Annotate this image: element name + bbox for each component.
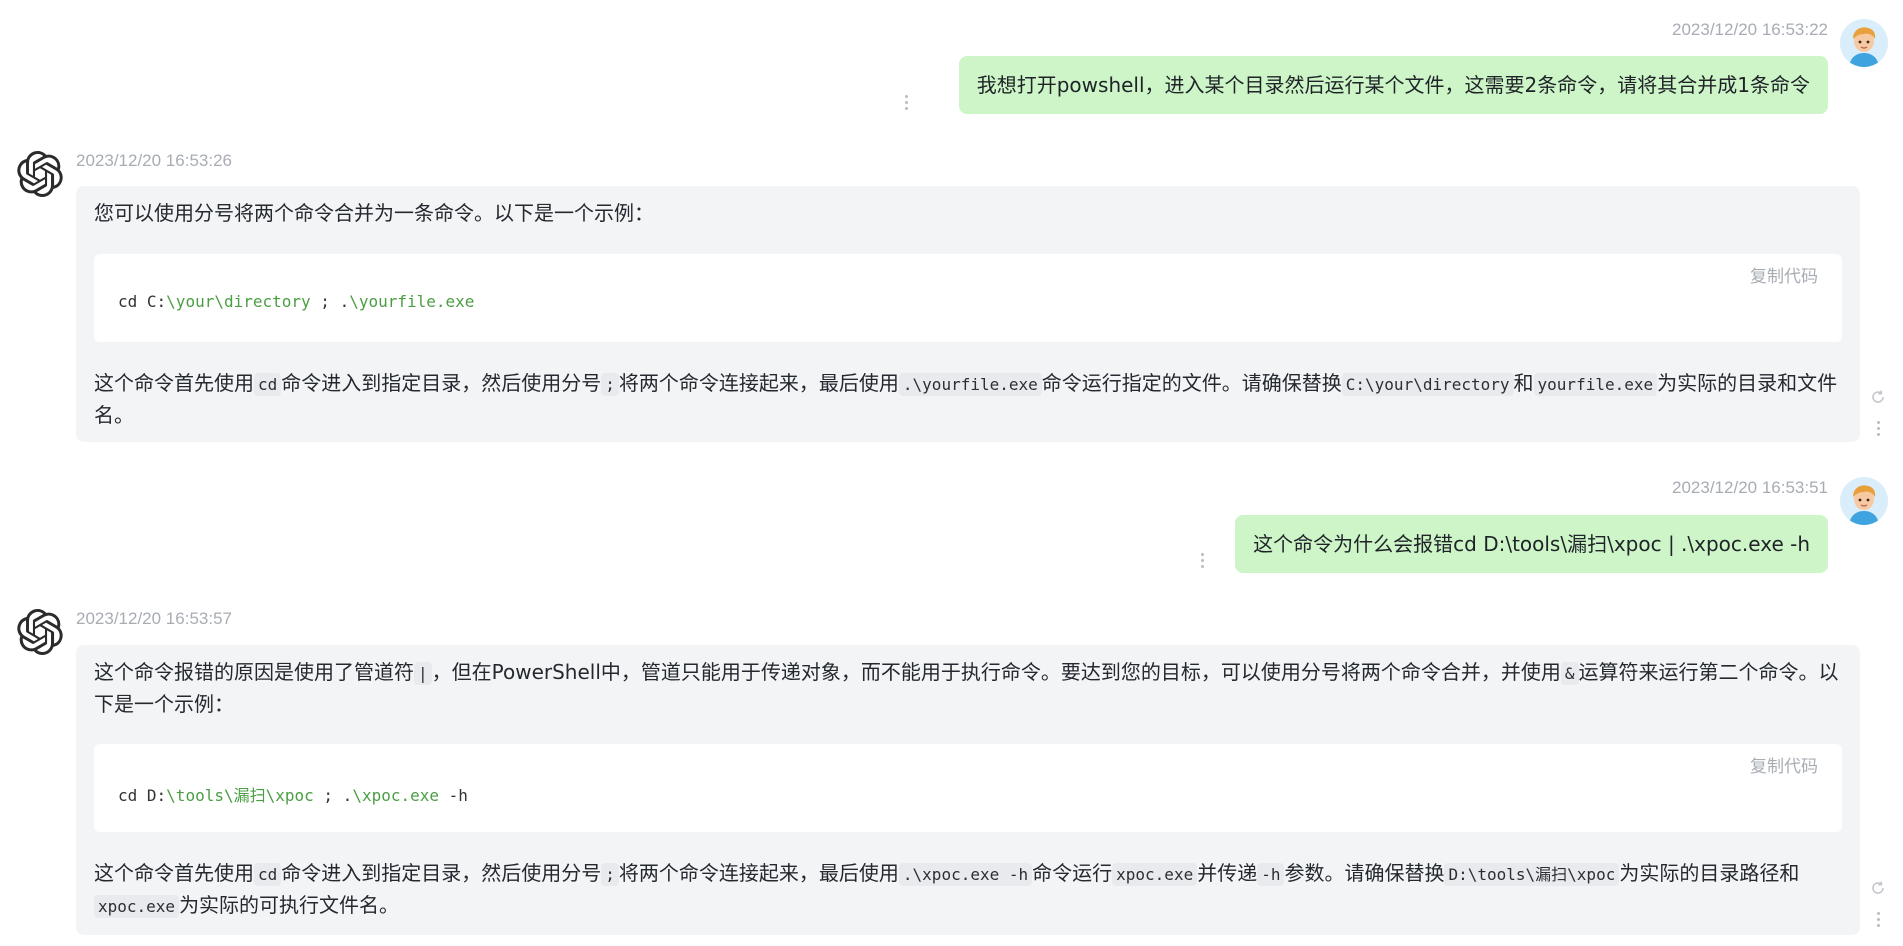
- code-block: 复制代码 cd D:\tools\漏扫\xpoc ; .\xpoc.exe -h: [94, 744, 1842, 832]
- refresh-icon[interactable]: [1870, 880, 1886, 896]
- inline-code: D:\tools\漏扫\xpoc: [1444, 863, 1620, 886]
- openai-logo-icon: [17, 151, 63, 197]
- openai-logo-icon: [17, 609, 63, 655]
- message-timestamp: 2023/12/20 16:53:22: [1672, 20, 1828, 39]
- user-message-bubble: 我想打开powshell，进入某个目录然后运行某个文件，这需要2条命令，请将其合…: [958, 56, 1828, 114]
- copy-code-button[interactable]: 复制代码: [1750, 262, 1818, 287]
- code-block: 复制代码 cd C:\your\directory ; .\yourfile.e…: [94, 254, 1842, 342]
- inline-code: cd: [254, 863, 282, 886]
- code-token-path: \xpoc.exe: [352, 786, 440, 805]
- more-vertical-icon[interactable]: [1875, 421, 1881, 441]
- assistant-explain-text: 这个命令首先使用 cd 命令进入到指定目录，然后使用分号; 将两个命令连接起来，最后使…: [94, 368, 1842, 431]
- inline-code: yourfile.exe: [1533, 373, 1658, 396]
- text-run: ，但在PowerShell中，管道只能用于传递对象，而不能用于执行命令。要达到您…: [431, 660, 1561, 684]
- text-run: 为实际的可执行文件名。: [179, 893, 400, 917]
- copy-code-button[interactable]: 复制代码: [1750, 752, 1818, 777]
- text-run: 为实际的目录路径和: [1619, 861, 1800, 885]
- inline-code: C:\your\directory: [1341, 373, 1514, 396]
- inline-code: &: [1560, 662, 1579, 685]
- text-run: 将两个命令连接起来，最后使用: [618, 861, 899, 885]
- assistant-message-card: 您可以使用分号将两个命令合并为一条命令。以下是一个示例： 复制代码 cd C:\…: [76, 186, 1860, 442]
- code-token-path: \yourfile.exe: [349, 292, 475, 311]
- inline-code: cd: [254, 373, 282, 396]
- assistant-intro-text: 您可以使用分号将两个命令合并为一条命令。以下是一个示例：: [94, 201, 654, 225]
- text-run: 参数。请确保替换: [1284, 861, 1445, 885]
- inline-code: ;: [601, 373, 619, 396]
- code-token: -h: [439, 786, 468, 805]
- text-run: 将两个命令连接起来，最后使用: [618, 371, 899, 395]
- text-run: 命令运行指定的文件。请确保替换: [1041, 371, 1342, 395]
- inline-code: .\yourfile.exe: [898, 373, 1042, 396]
- user-avatar: [1840, 477, 1888, 525]
- code-token-path: \tools\漏扫\xpoc: [166, 786, 314, 805]
- text-run: 这个命令报错的原因是使用了管道符: [94, 660, 414, 684]
- inline-code: xpoc.exe: [1112, 863, 1198, 886]
- text-run: 命令运行: [1032, 861, 1113, 885]
- code-token: ; .: [310, 292, 350, 311]
- inline-code: xpoc.exe: [94, 895, 180, 918]
- inline-code: -h: [1257, 863, 1285, 886]
- user-avatar: [1840, 19, 1888, 67]
- assistant-intro-text: 这个命令报错的原因是使用了管道符 | ，但在PowerShell中，管道只能用于传递…: [94, 657, 1842, 720]
- code-token: ; .: [313, 786, 353, 805]
- text-run: 并传递: [1197, 861, 1258, 885]
- message-timestamp: 2023/12/20 16:53:51: [1672, 478, 1828, 497]
- code-token: cd C:: [118, 292, 167, 311]
- inline-code: .\xpoc.exe -h: [898, 863, 1033, 886]
- more-vertical-icon[interactable]: [903, 95, 909, 115]
- assistant-message-card: 这个命令报错的原因是使用了管道符 | ，但在PowerShell中，管道只能用于传递…: [76, 645, 1860, 935]
- inline-code: |: [414, 662, 432, 685]
- message-timestamp: 2023/12/20 16:53:57: [76, 609, 232, 628]
- text-run: 和: [1513, 371, 1534, 395]
- code-line: cd D:\tools\漏扫\xpoc ; .\xpoc.exe -h: [118, 782, 468, 806]
- inline-code: ;: [601, 863, 619, 886]
- code-token-path: \your\directory: [166, 292, 311, 311]
- code-token: cd D:: [118, 786, 167, 805]
- refresh-icon[interactable]: [1870, 389, 1886, 405]
- more-vertical-icon[interactable]: [1199, 553, 1205, 573]
- assistant-explain-text: 这个命令首先使用 cd 命令进入到指定目录，然后使用分号; 将两个命令连接起来，最后使…: [94, 858, 1842, 922]
- code-line: cd C:\your\directory ; .\yourfile.exe: [118, 292, 474, 311]
- more-vertical-icon[interactable]: [1875, 912, 1881, 932]
- text-run: 这个命令首先使用: [94, 371, 254, 395]
- text-run: 命令进入到指定目录，然后使用分号: [281, 371, 602, 395]
- text-run: 命令进入到指定目录，然后使用分号: [281, 861, 602, 885]
- message-timestamp: 2023/12/20 16:53:26: [76, 151, 232, 170]
- text-run: 这个命令首先使用: [94, 861, 254, 885]
- user-message-bubble: 这个命令为什么会报错cd D:\tools\漏扫\xpoc | .\xpoc.e…: [1235, 515, 1828, 573]
